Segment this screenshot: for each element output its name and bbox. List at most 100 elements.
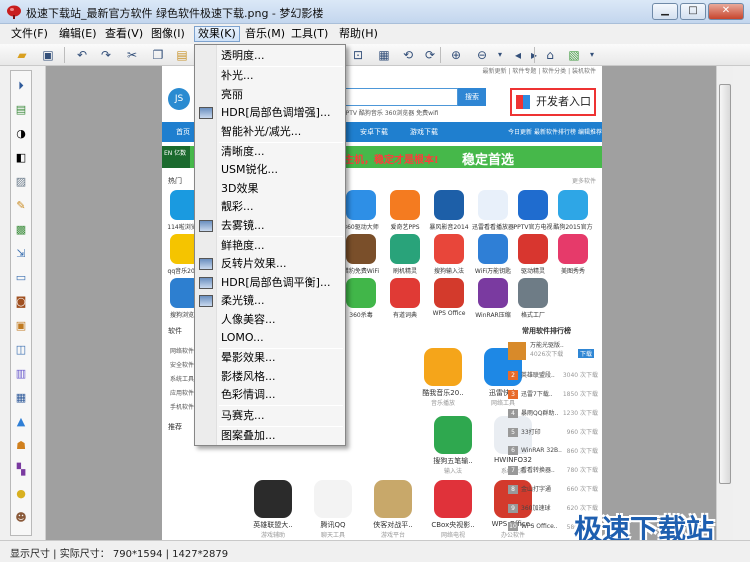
recommended-app-category: 音乐播放 [430,400,455,407]
effects-menu-item[interactable]: HDR[局部色调平衡]... [221,274,330,291]
paste-icon[interactable]: ▤ [174,47,190,63]
landscape-icon[interactable]: ▩ [14,223,28,237]
ranking-downloads: 960 次下载 [566,429,598,436]
zoom-out-icon[interactable]: ⊖ [474,47,490,63]
home-icon[interactable]: ⌂ [542,47,558,63]
crop-icon[interactable]: ✂ [124,47,140,63]
app-label: 有道词典 [392,312,417,319]
zoom-dropdown-icon[interactable]: ▾ [492,47,508,63]
effects-menu-item[interactable]: 影楼风格... [221,368,276,385]
ranking-name: 33打印 [521,429,541,436]
app-icon-tile [478,190,508,220]
window-icon[interactable]: ◫ [14,343,28,357]
menu-tools[interactable]: 工具(T) [288,26,331,42]
app-icon-tile [390,190,420,220]
photo-icon[interactable]: ▨ [14,175,28,189]
filter-icon[interactable]: ▣ [14,319,28,333]
mask-icon[interactable]: ☗ [14,439,28,453]
minimize-button[interactable]: ▁ [652,3,678,20]
effects-menu-item[interactable]: 反转片效果... [221,255,287,272]
effects-menu-item[interactable]: 鲜艳度... [221,237,265,254]
fit-icon[interactable]: ⊡ [350,47,366,63]
reversal-icon [199,258,213,271]
scrollbar-thumb[interactable] [719,84,731,484]
puzzle-icon[interactable]: ▚ [14,463,28,477]
ranking-downloads: 3040 次下载 [562,372,598,379]
effects-menu-item[interactable]: 色彩情调... [221,386,276,403]
app-icon-tile [558,190,588,220]
ranking-number: 4 [508,409,518,418]
effects-menu-item[interactable]: 马赛克... [221,407,265,424]
ranking-number: 3 [508,390,518,399]
effects-menu-item[interactable]: LOMO... [221,329,264,346]
effects-menu-item[interactable]: 透明度... [221,47,265,64]
save-icon[interactable]: ▣ [40,47,56,63]
levels-icon[interactable]: ◧ [14,151,28,165]
ranking-name: 看看转换器.. [521,467,555,474]
effects-menu-item[interactable]: 柔光镜... [221,292,265,309]
contrast-icon[interactable]: ◑ [14,127,28,141]
recommended-app-category: 游戏辅助 [260,532,285,539]
copy-icon[interactable]: ❐ [150,47,166,63]
menu-help[interactable]: 帮助(H) [336,26,381,42]
effects-menu-item[interactable]: 智能补光/减光... [221,123,301,140]
effects-menu-item[interactable]: HDR[局部色调增强]... [221,104,330,121]
menu-file[interactable]: 文件(F) [8,26,51,42]
image-canvas[interactable]: 最新更新 | 软件专题 | 软件分类 | 装机软件 JS 搜索 PPTV 酷狗音… [46,66,716,540]
ranking-number: 8 [508,485,518,494]
ranking-name: 暴雨QQ群助.. [521,410,559,417]
wallpaper-dropdown-icon[interactable]: ▾ [584,47,600,63]
menu-view[interactable]: 查看(V) [102,26,146,42]
menu-effects[interactable]: 效果(K) [194,26,240,42]
resize-icon[interactable]: ⇲ [14,247,28,261]
effects-menu-item[interactable]: 清晰度... [221,143,265,160]
pencil-icon[interactable]: ✎ [14,199,28,213]
effects-menu-item[interactable]: 3D效果 [221,180,258,197]
rotate-right-icon[interactable]: ⟳ [422,47,438,63]
app-label: 爱奇艺PPS [390,224,420,231]
bulb-icon[interactable]: ● [14,487,28,501]
app-icon-tile [390,234,420,264]
section-soft-title: 软件 [168,327,182,335]
webpage-nav-item: 首页 [176,128,190,136]
rotate-left-icon[interactable]: ⟲ [400,47,416,63]
effects-menu-item[interactable]: 晕影效果... [221,349,276,366]
ranking-row: 7 看看转换器.. 780 次下载 [508,465,602,481]
canvas-icon[interactable]: ▭ [14,271,28,285]
ranking-top-thumb [508,342,526,360]
effects-menu-item[interactable]: 亮丽 [221,86,243,103]
gradient-icon[interactable]: ▥ [14,367,28,381]
collapse-panel-icon[interactable]: ⏵ [14,79,28,93]
wallpaper-icon[interactable]: ▧ [566,47,582,63]
webpage-search-button: 搜索 [458,88,486,106]
frame-icon[interactable]: ▤ [14,103,28,117]
ranking-number: 2 [508,371,518,380]
menu-edit[interactable]: 编辑(E) [56,26,100,42]
prev-image-icon[interactable]: ◂ [510,47,526,63]
menu-image[interactable]: 图像(I) [148,26,188,42]
effects-menu-item[interactable]: USM锐化... [221,161,278,178]
menu-music[interactable]: 音乐(M) [242,26,288,42]
effects-menu-item[interactable]: 人像美容... [221,311,276,328]
camera-icon[interactable]: ◙ [14,295,28,309]
maximize-button[interactable]: □ [680,3,706,20]
effects-menu-item[interactable]: 靓彩... [221,198,254,215]
app-icon-tile [346,234,376,264]
zoom-in-icon[interactable]: ⊕ [448,47,464,63]
effects-menu-item[interactable]: 补光... [221,67,254,84]
close-button[interactable]: ✕ [708,3,744,20]
open-icon[interactable]: ▰ [14,47,30,63]
ranking-downloads: 780 次下载 [566,467,598,474]
undo-icon[interactable]: ↶ [74,47,90,63]
triangle-icon[interactable]: ▲ [14,415,28,429]
effects-menu-item[interactable]: 图案叠加... [221,427,276,444]
webpage-nav-item: 最新软件 [534,129,559,136]
ranking-top-size: 4026次下载 [530,351,564,358]
redo-icon[interactable]: ↷ [98,47,114,63]
border-icon[interactable]: ▦ [14,391,28,405]
effects-menu-item[interactable]: 去雾镜... [221,217,265,234]
vertical-scrollbar[interactable] [716,66,733,540]
actual-size-icon[interactable]: ▦ [376,47,392,63]
window-title: 极速下载站_最新官方软件 绿色软件极速下载.png - 梦幻影楼 [26,7,324,20]
portrait-icon[interactable]: ☻ [14,511,28,525]
